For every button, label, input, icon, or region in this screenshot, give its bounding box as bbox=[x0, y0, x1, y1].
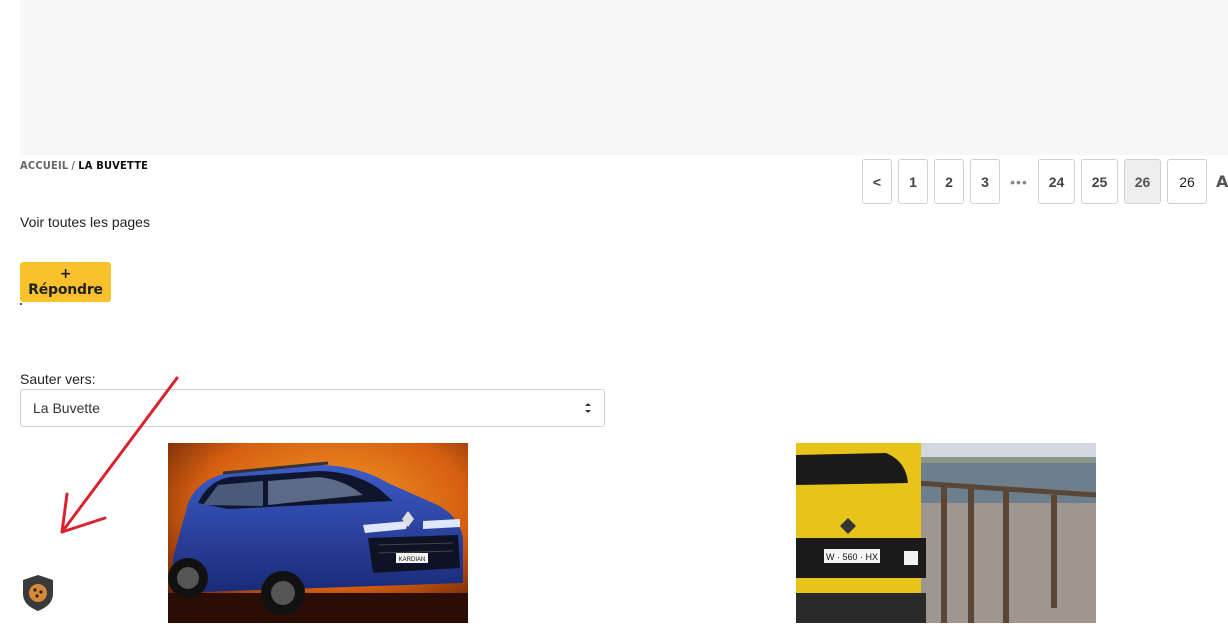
jump-to-label: Sauter vers: bbox=[20, 371, 96, 387]
pagination-go-button[interactable]: Alle bbox=[1216, 172, 1228, 191]
pagination-page-25[interactable]: 25 bbox=[1081, 159, 1118, 204]
pagination-page-1[interactable]: 1 bbox=[898, 159, 928, 204]
pagination-page-24[interactable]: 24 bbox=[1038, 159, 1075, 204]
jump-to-selected-value: La Buvette bbox=[33, 400, 100, 416]
pagination-page-2[interactable]: 2 bbox=[934, 159, 964, 204]
ad-banner-placeholder bbox=[20, 0, 1228, 155]
pagination: < 1 2 3 ••• 24 25 26 26 Alle bbox=[862, 159, 1228, 204]
pagination-page-3[interactable]: 3 bbox=[970, 159, 1000, 204]
car-image-kardian[interactable]: KARDIAN bbox=[168, 443, 468, 623]
pagination-prev-button[interactable]: < bbox=[862, 159, 892, 204]
breadcrumb-separator: / bbox=[71, 159, 76, 172]
breadcrumb-home-link[interactable]: ACCUEIL bbox=[20, 159, 68, 172]
pagination-page-26-current[interactable]: 26 bbox=[1124, 159, 1161, 204]
cookie-shield-icon[interactable] bbox=[22, 574, 54, 612]
view-all-pages-link[interactable]: Voir toutes les pages bbox=[20, 214, 150, 230]
pagination-page-input[interactable]: 26 bbox=[1167, 159, 1207, 204]
jump-to-select[interactable]: La Buvette bbox=[20, 389, 605, 427]
kardian-badge: KARDIAN bbox=[399, 557, 426, 563]
divider-dot bbox=[20, 303, 22, 305]
reply-button[interactable]: + Répondre bbox=[20, 262, 111, 302]
car-image-yellow[interactable]: W · 560 · HX bbox=[796, 443, 1096, 623]
page: ACCUEIL / LA BUVETTE < 1 2 3 ••• 24 25 26 … bbox=[0, 0, 1228, 631]
pagination-ellipsis: ••• bbox=[1010, 173, 1028, 190]
breadcrumb-current: LA BUVETTE bbox=[78, 159, 149, 172]
license-plate: W · 560 · HX bbox=[826, 552, 878, 562]
breadcrumb: ACCUEIL / LA BUVETTE bbox=[20, 159, 148, 172]
sort-chevrons-icon bbox=[585, 403, 591, 413]
